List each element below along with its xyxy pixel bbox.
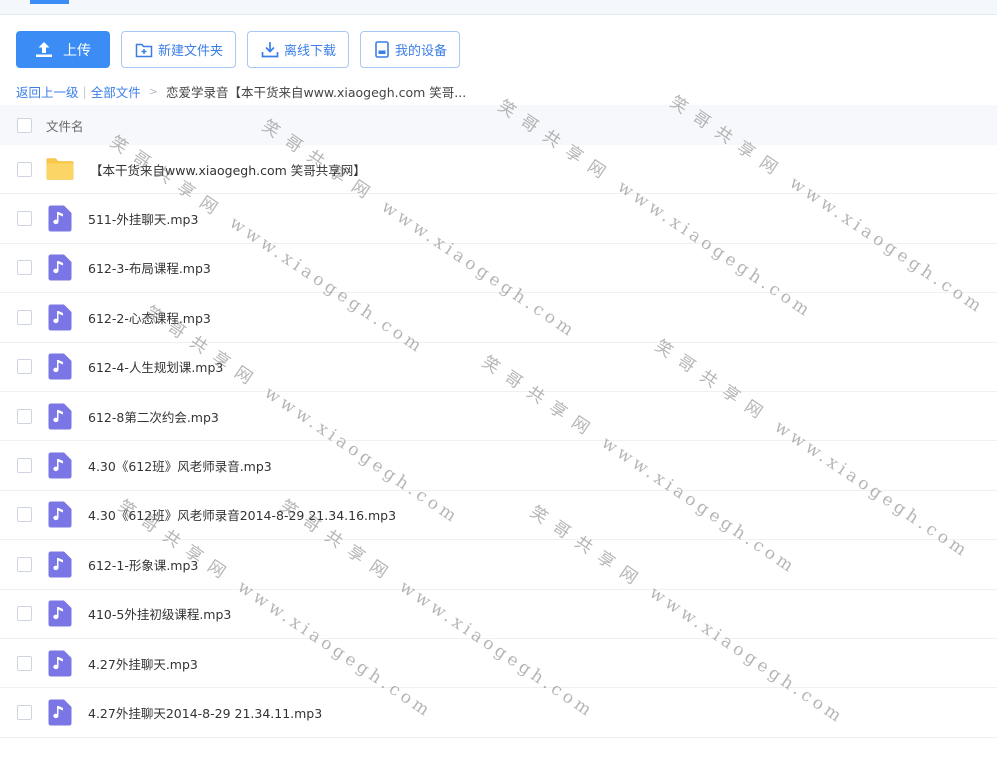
list-item[interactable]: 410-5外挂初级课程.mp3 [0,590,997,639]
offline-download-label: 离线下载 [284,44,337,59]
list-item[interactable]: 4.27外挂聊天2014-8-29 21.34.11.mp3 [0,688,997,738]
audio-file-icon [46,402,74,430]
file-name[interactable]: 4.27外挂聊天2014-8-29 21.34.11.mp3 [88,703,322,722]
offline-download-button[interactable]: 离线下载 [247,31,350,68]
upload-button[interactable]: 上传 [16,31,110,68]
file-list: 【本干货来自www.xiaogegh.com 笑哥共享网】 511-外挂聊天.m… [0,145,997,738]
file-list-header: 文件名 [0,105,997,145]
file-name[interactable]: 【本干货来自www.xiaogegh.com 笑哥共享网】 [90,160,366,179]
filename-column-header[interactable]: 文件名 [46,116,84,135]
list-item[interactable]: 612-2-心态课程.mp3 [0,293,997,343]
audio-file-icon [46,501,74,529]
list-item[interactable]: 511-外挂聊天.mp3 [0,194,997,244]
row-checkbox[interactable] [17,606,32,622]
row-checkbox[interactable] [17,211,32,227]
upload-icon [35,41,53,58]
row-checkbox[interactable] [17,309,32,325]
file-name[interactable]: 612-1-形象课.mp3 [88,555,198,574]
select-all-checkbox[interactable] [17,117,32,133]
file-name[interactable]: 612-8第二次约会.mp3 [88,407,219,426]
file-name[interactable]: 511-外挂聊天.mp3 [88,209,198,228]
row-checkbox[interactable] [17,408,32,424]
upload-label: 上传 [63,42,91,59]
audio-file-icon [46,303,74,331]
list-item[interactable]: 【本干货来自www.xiaogegh.com 笑哥共享网】 [0,145,997,195]
row-checkbox[interactable] [17,556,32,572]
list-item[interactable]: 612-4-人生规划课.mp3 [0,343,997,392]
audio-file-icon [46,452,74,480]
breadcrumb: 返回上一级 | 全部文件 > 恋爱学录音【本干货来自www.xiaogegh.c… [16,82,466,101]
folder-icon [46,155,74,183]
list-item[interactable]: 4.30《612班》风老师录音.mp3 [0,441,997,491]
file-name[interactable]: 4.30《612班》风老师录音2014-8-29 21.34.16.mp3 [88,505,396,524]
my-devices-label: 我的设备 [395,44,448,59]
audio-file-icon [46,649,74,677]
row-checkbox[interactable] [17,655,32,671]
row-checkbox[interactable] [17,359,32,375]
list-item[interactable]: 4.27外挂聊天.mp3 [0,639,997,689]
top-tab-bar [0,0,997,15]
new-folder-label: 新建文件夹 [158,44,224,59]
list-item[interactable]: 612-1-形象课.mp3 [0,540,997,590]
list-item[interactable]: 4.30《612班》风老师录音2014-8-29 21.34.16.mp3 [0,491,997,541]
audio-file-icon [46,550,74,578]
list-item[interactable]: 612-8第二次约会.mp3 [0,392,997,442]
file-name[interactable]: 410-5外挂初级课程.mp3 [88,604,231,623]
new-folder-icon [135,42,153,58]
active-tab-indicator [30,0,69,4]
row-checkbox[interactable] [17,704,32,720]
audio-file-icon [46,254,74,282]
download-icon [261,41,279,58]
list-item[interactable]: 612-3-布局课程.mp3 [0,244,997,294]
device-icon [374,41,390,58]
chevron-right-icon: > [148,85,158,98]
current-folder-title: 恋爱学录音【本干货来自www.xiaogegh.com 笑哥... [165,85,467,100]
audio-file-icon [46,353,74,381]
file-name[interactable]: 4.30《612班》风老师录音.mp3 [88,456,272,475]
file-name[interactable]: 612-2-心态课程.mp3 [88,308,211,327]
back-link[interactable]: 返回上一级 [16,82,79,101]
row-checkbox[interactable] [17,507,32,523]
file-name[interactable]: 612-4-人生规划课.mp3 [88,357,223,376]
row-checkbox[interactable] [17,458,32,474]
audio-file-icon [46,205,74,233]
row-checkbox[interactable] [17,260,32,276]
audio-file-icon [46,698,74,726]
my-devices-button[interactable]: 我的设备 [360,31,461,68]
file-name[interactable]: 612-3-布局课程.mp3 [88,258,211,277]
all-files-link[interactable]: 全部文件 [91,82,141,101]
breadcrumb-separator: | [82,84,87,99]
toolbar: 上传 新建文件夹 离线下载 我的设备 [16,31,461,68]
new-folder-button[interactable]: 新建文件夹 [121,31,237,68]
file-name[interactable]: 4.27外挂聊天.mp3 [88,654,198,673]
row-checkbox[interactable] [17,161,32,177]
audio-file-icon [46,600,74,628]
